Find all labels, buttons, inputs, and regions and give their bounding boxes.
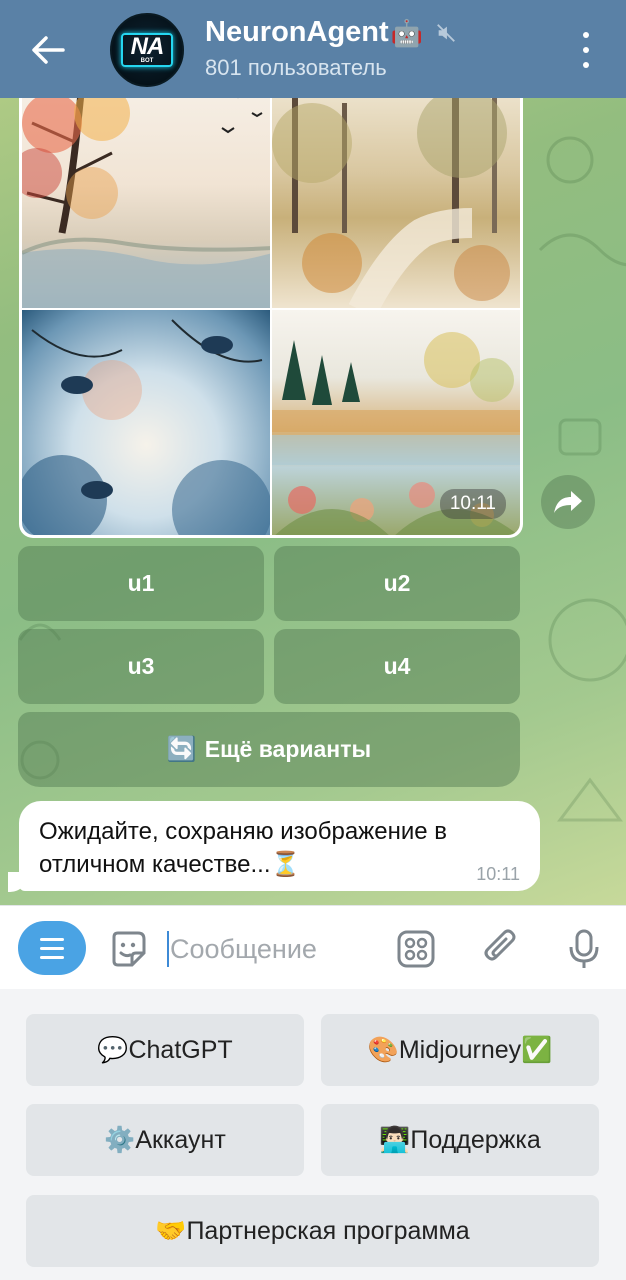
upscale-2-button[interactable]: u2 — [274, 546, 520, 621]
image-variant-1 — [22, 83, 270, 308]
sticker-button[interactable] — [107, 928, 149, 970]
image-variant-3 — [22, 310, 270, 535]
dot-icon — [583, 47, 589, 53]
chat-title: NeuronAgent 🤖 — [205, 16, 457, 49]
more-variants-label: Ещё варианты — [204, 736, 372, 762]
voice-message-button[interactable] — [563, 928, 605, 970]
back-button[interactable] — [28, 30, 68, 70]
arrow-left-icon — [32, 36, 65, 64]
menu-line — [40, 937, 64, 941]
bot-commands-button[interactable] — [395, 928, 437, 970]
chat-name: NeuronAgent — [205, 16, 389, 48]
message-input-bar — [0, 905, 626, 989]
member-count: 801 пользователь — [205, 55, 387, 80]
avatar-bot-label: BOT — [140, 58, 154, 64]
watercolor-forest-path — [272, 83, 510, 308]
share-button[interactable] — [541, 475, 595, 529]
bot-menu-button[interactable] — [18, 921, 86, 975]
chat-title-block[interactable]: NeuronAgent 🤖 801 пользователь — [205, 16, 457, 81]
text-message[interactable]: Ожидайте, сохраняю изображение в отлично… — [19, 801, 540, 891]
message-input[interactable] — [170, 926, 380, 972]
robot-emoji-icon: 🤖 — [390, 17, 424, 48]
partner-program-button[interactable]: 🤝Партнерская программа — [26, 1195, 599, 1267]
chatgpt-button[interactable]: 💬ChatGPT — [26, 1014, 304, 1086]
attach-button[interactable] — [479, 928, 521, 970]
microphone-icon — [569, 929, 599, 968]
paperclip-icon — [484, 929, 516, 961]
chat-header: NA BOT NeuronAgent 🤖 801 пользователь — [0, 0, 626, 98]
image-variant-2 — [272, 83, 520, 308]
bot-reply-keyboard: 💬ChatGPT 🎨Midjourney✅ ⚙️Аккаунт 👨🏻‍💻Подд… — [0, 989, 626, 1280]
image-variant-4: 10:11 — [272, 310, 520, 535]
dot-icon — [583, 62, 589, 68]
message-timestamp: 10:11 — [476, 864, 520, 884]
watercolor-lake-tree — [22, 83, 270, 308]
image-timestamp: 10:11 — [439, 489, 506, 519]
avatar[interactable]: NA BOT — [110, 13, 184, 87]
watercolor-birds — [22, 319, 270, 535]
share-icon — [554, 491, 582, 513]
image-message[interactable]: 10:11 — [19, 80, 523, 538]
midjourney-button[interactable]: 🎨Midjourney✅ — [321, 1014, 599, 1086]
account-button[interactable]: ⚙️Аккаунт — [26, 1104, 304, 1176]
avatar-initials: NA — [130, 33, 165, 60]
upscale-4-button[interactable]: u4 — [274, 629, 520, 704]
upscale-3-button[interactable]: u3 — [18, 629, 264, 704]
grid-icon — [397, 930, 435, 968]
support-button[interactable]: 👨🏻‍💻Поддержка — [321, 1104, 599, 1176]
dot-icon — [583, 32, 589, 38]
text-cursor — [167, 931, 169, 967]
more-menu-button[interactable] — [574, 32, 598, 68]
menu-line — [40, 955, 64, 959]
refresh-icon: 🔄 — [166, 736, 197, 763]
muted-icon — [436, 23, 455, 42]
more-variants-button[interactable]: 🔄 Ещё варианты — [18, 712, 520, 787]
sticker-icon — [112, 931, 146, 967]
image-grid: 10:11 — [22, 83, 520, 535]
avatar-logo: NA BOT — [121, 33, 173, 67]
message-text: Ожидайте, сохраняю изображение в отлично… — [39, 818, 448, 878]
upscale-1-button[interactable]: u1 — [18, 546, 264, 621]
menu-line — [40, 946, 64, 950]
